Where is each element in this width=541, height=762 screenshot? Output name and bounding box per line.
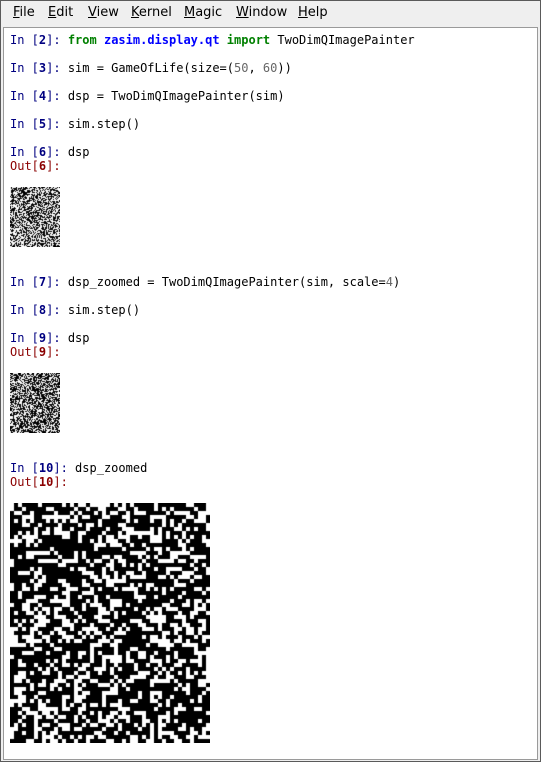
game-of-life-image-small-1 <box>10 187 60 247</box>
game-of-life-image-small-2 <box>10 373 60 433</box>
menu-edit[interactable]: Edit <box>48 5 73 20</box>
console-area[interactable]: In [2]: from zasim.display.qt import Two… <box>3 27 538 760</box>
menu-view[interactable]: View <box>88 5 119 20</box>
menu-help[interactable]: Help <box>298 5 328 20</box>
ipython-qtconsole-window: File Edit View Kernel Magic Window Help … <box>0 0 541 762</box>
output-prompt-6: Out[6]: <box>10 159 61 173</box>
game-of-life-image-zoomed <box>10 503 210 743</box>
menu-file[interactable]: File <box>13 5 35 20</box>
output-prompt-10: Out[10]: <box>10 475 68 489</box>
menu-kernel[interactable]: Kernel <box>131 5 172 20</box>
menu-bar: File Edit View Kernel Magic Window Help <box>1 1 540 25</box>
input-line-7: In [7]: dsp_zoomed = TwoDimQImagePainter… <box>10 275 401 289</box>
input-line-5: In [5]: sim.step() <box>10 117 141 131</box>
menu-magic[interactable]: Magic <box>184 5 222 20</box>
menu-window[interactable]: Window <box>236 5 287 20</box>
input-line-3: In [3]: sim = GameOfLife(size=(50, 60)) <box>10 61 292 75</box>
input-line-8: In [8]: sim.step() <box>10 303 141 317</box>
output-prompt-9: Out[9]: <box>10 345 61 359</box>
input-line-2: In [2]: from zasim.display.qt import Two… <box>10 33 415 47</box>
input-line-4: In [4]: dsp = TwoDimQImagePainter(sim) <box>10 89 285 103</box>
